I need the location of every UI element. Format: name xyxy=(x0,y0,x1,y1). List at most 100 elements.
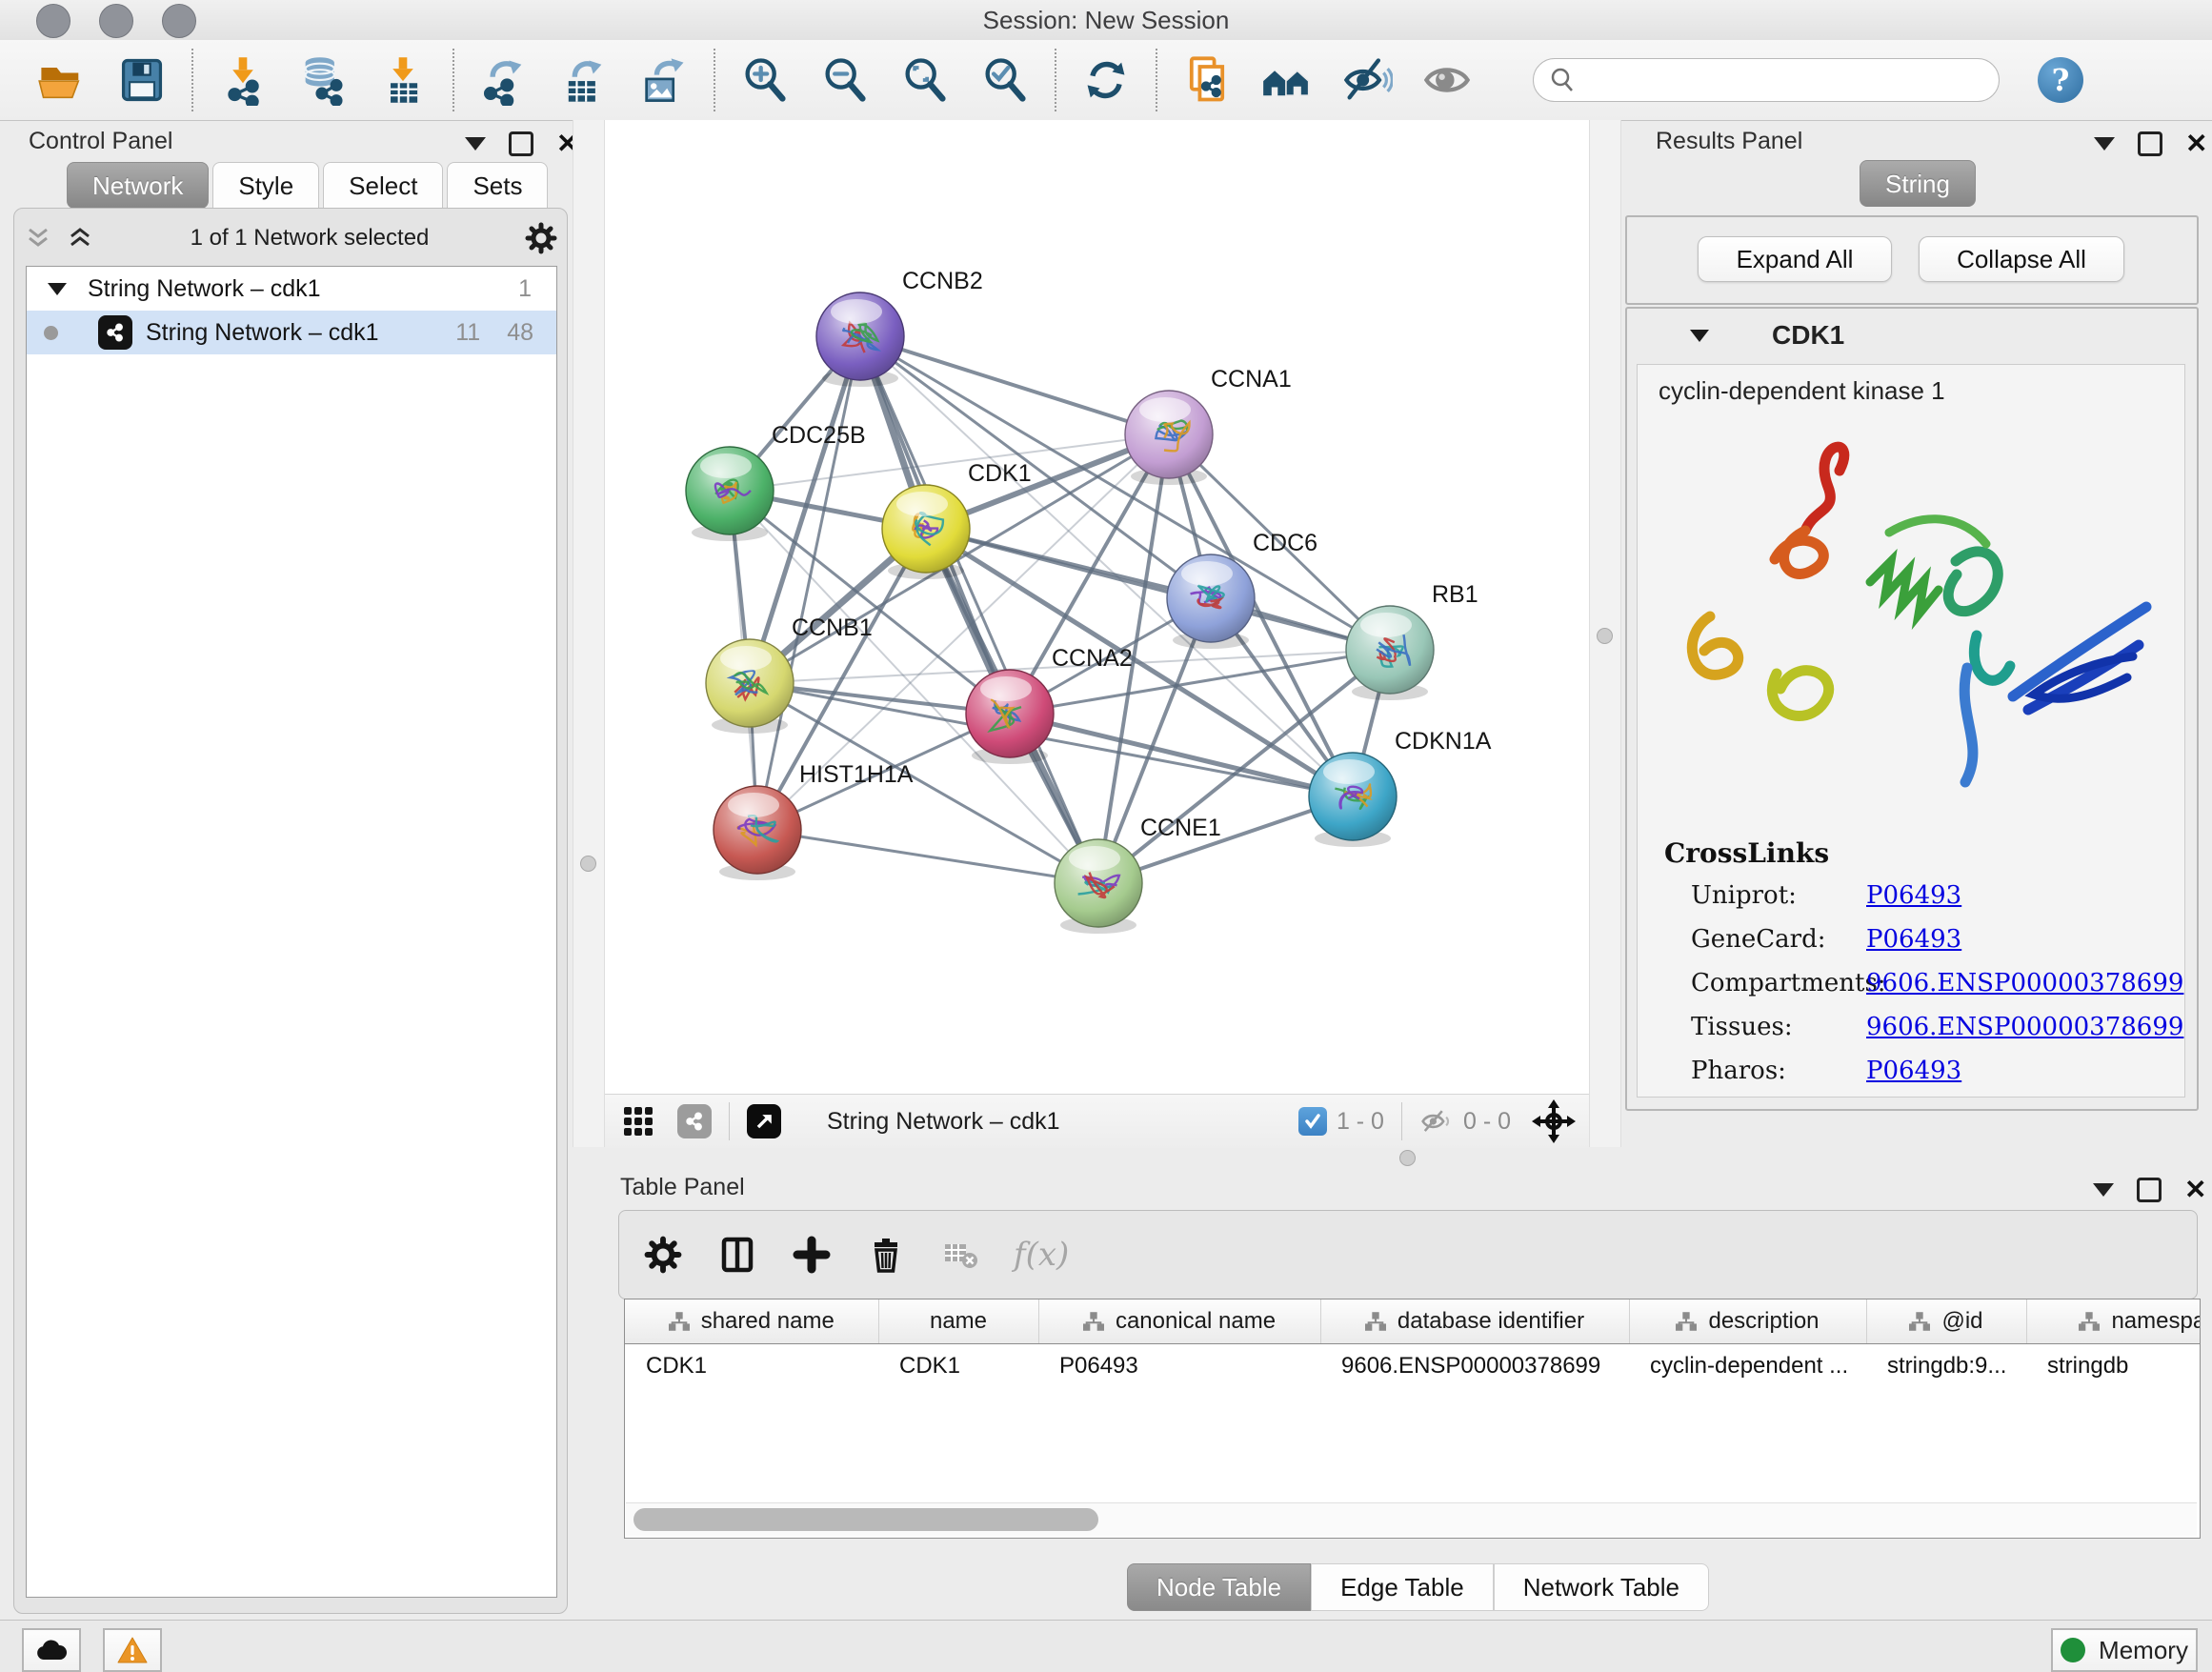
table-options-button[interactable] xyxy=(633,1224,694,1285)
network-node-RB1[interactable] xyxy=(1346,606,1434,700)
open-session-button[interactable] xyxy=(34,52,90,108)
create-column-button[interactable] xyxy=(781,1224,842,1285)
tab-string[interactable]: String xyxy=(1860,160,1976,207)
network-canvas[interactable]: CCNB2CCNA1CDC25BCDK1CDC6RB1CCNB1CCNA2CDK… xyxy=(605,120,1589,1088)
crosslink-link[interactable]: 9606.ENSP00000378699 xyxy=(1866,969,2183,997)
memory-button[interactable]: Memory xyxy=(2051,1628,2198,1672)
float-panel-icon[interactable] xyxy=(2137,1178,2162,1202)
bottom-splitter[interactable] xyxy=(603,1147,2212,1168)
function-builder-button[interactable]: f(x) xyxy=(1004,1224,1078,1285)
cell-description[interactable]: cyclin-dependent ... xyxy=(1629,1344,1866,1389)
right-splitter[interactable] xyxy=(1589,120,1621,1147)
network-node-HIST1H1A[interactable] xyxy=(714,786,801,880)
network-node-CCNA1[interactable] xyxy=(1125,391,1213,485)
help-button[interactable]: ? xyxy=(2038,57,2083,103)
import-table-from-file-button[interactable] xyxy=(375,52,431,108)
search-input[interactable] xyxy=(1585,66,1983,94)
table-row[interactable]: CDK1 CDK1 P06493 9606.ENSP00000378699 cy… xyxy=(625,1344,2201,1389)
cell-canonical-name[interactable]: P06493 xyxy=(1038,1344,1320,1389)
table-horizontal-scrollbar[interactable] xyxy=(626,1502,2197,1536)
splitter-grip[interactable] xyxy=(580,856,596,872)
network-edge-CDK1-RB1[interactable] xyxy=(926,529,1390,650)
float-panel-icon[interactable] xyxy=(2138,131,2162,156)
zoom-selected-button[interactable] xyxy=(977,52,1033,108)
splitter-grip[interactable] xyxy=(1597,628,1613,644)
cell-id[interactable]: stringdb:9... xyxy=(1866,1344,2026,1389)
tab-select[interactable]: Select xyxy=(323,162,443,209)
delete-table-button[interactable] xyxy=(930,1224,991,1285)
minimize-window-button[interactable] xyxy=(99,4,133,38)
network-row[interactable]: String Network – cdk1 11 48 xyxy=(27,311,556,354)
zoom-in-button[interactable] xyxy=(737,52,793,108)
open-in-new-window-button[interactable] xyxy=(747,1104,781,1138)
network-edge-CCNB2-CCNE1[interactable] xyxy=(860,336,1098,883)
zoom-out-button[interactable] xyxy=(817,52,873,108)
close-panel-icon[interactable]: ✕ xyxy=(2185,134,2207,153)
column-header-description[interactable]: description xyxy=(1629,1299,1866,1344)
apply-layout-button[interactable] xyxy=(1078,52,1134,108)
import-network-from-file-button[interactable] xyxy=(215,52,271,108)
collection-expand-icon[interactable] xyxy=(48,283,67,295)
network-edge-HIST1H1A-CCNE1[interactable] xyxy=(757,830,1098,883)
column-header-id[interactable]: @id xyxy=(1866,1299,2026,1344)
grid-view-icon[interactable] xyxy=(620,1103,656,1139)
selected-items-checkbox[interactable] xyxy=(1298,1107,1327,1136)
network-node-CCNE1[interactable] xyxy=(1055,839,1142,934)
tab-sets[interactable]: Sets xyxy=(447,162,548,209)
network-node-CDK1[interactable] xyxy=(882,485,970,579)
hide-selected-button[interactable] xyxy=(1339,52,1395,108)
export-table-button[interactable] xyxy=(556,52,612,108)
crosslink-link[interactable]: P06493 xyxy=(1866,925,1961,954)
clone-network-button[interactable] xyxy=(1179,52,1235,108)
collapse-all-button[interactable]: Collapse All xyxy=(1919,236,2124,282)
expand-all-button[interactable]: Expand All xyxy=(1698,236,1892,282)
warnings-button[interactable] xyxy=(103,1628,162,1672)
network-node-CDC25B[interactable] xyxy=(686,447,774,541)
section-collapse-icon[interactable] xyxy=(1690,330,1709,342)
cloud-services-button[interactable] xyxy=(22,1628,81,1672)
crosslink-link[interactable]: 9606.ENSP00000378699 xyxy=(1866,1013,2183,1041)
scrollbar-thumb[interactable] xyxy=(633,1508,1098,1531)
zoom-fit-button[interactable] xyxy=(897,52,953,108)
tab-edge-table[interactable]: Edge Table xyxy=(1311,1563,1494,1611)
home-panel-button[interactable] xyxy=(1259,52,1315,108)
cell-namespace[interactable]: stringdb xyxy=(2026,1344,2201,1389)
cell-database-identifier[interactable]: 9606.ENSP00000378699 xyxy=(1320,1344,1629,1389)
tab-network[interactable]: Network xyxy=(67,162,209,209)
export-network-button[interactable] xyxy=(476,52,532,108)
crosslink-link[interactable]: P06493 xyxy=(1866,881,1961,910)
panel-menu-icon[interactable] xyxy=(2093,1183,2114,1197)
cell-shared-name[interactable]: CDK1 xyxy=(625,1344,878,1389)
export-image-button[interactable] xyxy=(636,52,692,108)
panel-menu-icon[interactable] xyxy=(2094,137,2115,151)
tab-style[interactable]: Style xyxy=(212,162,319,209)
close-panel-icon[interactable]: ✕ xyxy=(2184,1180,2206,1199)
column-header-canonical-name[interactable]: canonical name xyxy=(1038,1299,1320,1344)
column-header-shared-name[interactable]: shared name xyxy=(625,1299,878,1344)
zoom-window-button[interactable] xyxy=(162,4,196,38)
network-collection-row[interactable]: String Network – cdk1 1 xyxy=(27,267,556,311)
network-node-CDKN1A[interactable] xyxy=(1309,753,1397,847)
network-edge-CCNB2-CCNA1[interactable] xyxy=(860,336,1169,434)
column-header-namespace[interactable]: namespace xyxy=(2026,1299,2201,1344)
show-columns-button[interactable] xyxy=(707,1224,768,1285)
delete-columns-button[interactable] xyxy=(855,1224,916,1285)
close-window-button[interactable] xyxy=(36,4,70,38)
save-session-button[interactable] xyxy=(114,52,170,108)
tab-node-table[interactable]: Node Table xyxy=(1127,1563,1311,1611)
gear-icon[interactable] xyxy=(525,222,557,254)
left-splitter[interactable] xyxy=(573,120,605,1147)
show-all-button[interactable] xyxy=(1419,52,1475,108)
collapse-all-icon[interactable] xyxy=(66,226,94,251)
cell-name[interactable]: CDK1 xyxy=(878,1344,1038,1389)
column-header-database-identifier[interactable]: database identifier xyxy=(1320,1299,1629,1344)
node-section-header[interactable]: CDK1 xyxy=(1627,309,2197,362)
import-network-from-database-button[interactable] xyxy=(295,52,351,108)
float-panel-icon[interactable] xyxy=(509,131,533,156)
expand-all-icon[interactable] xyxy=(24,226,52,251)
tab-network-table[interactable]: Network Table xyxy=(1494,1563,1709,1611)
crosslink-link[interactable]: P06493 xyxy=(1866,1057,1961,1085)
column-header-name[interactable]: name xyxy=(878,1299,1038,1344)
birds-eye-view-icon[interactable] xyxy=(1532,1099,1576,1143)
splitter-grip[interactable] xyxy=(1399,1150,1416,1166)
